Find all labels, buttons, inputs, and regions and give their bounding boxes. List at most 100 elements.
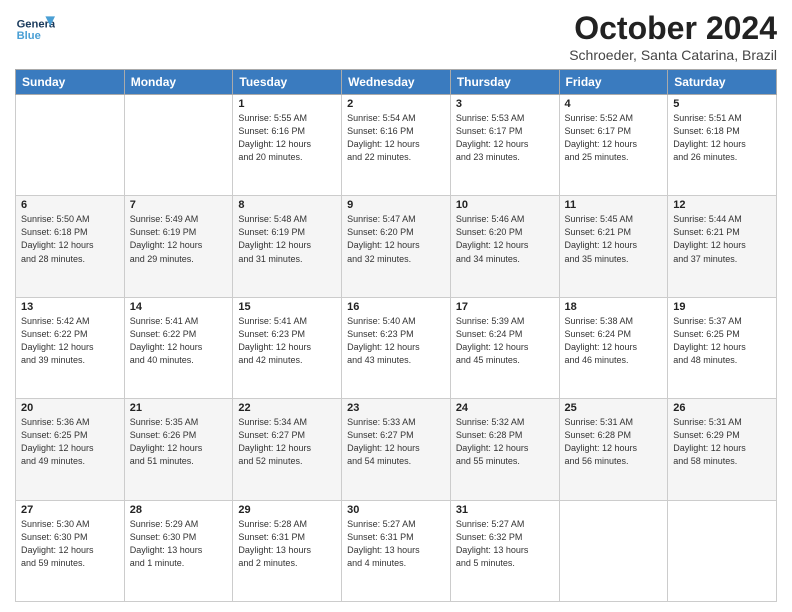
calendar-cell: 15 Sunrise: 5:41 AM Sunset: 6:23 PM Dayli… (233, 297, 342, 398)
day-info: Sunrise: 5:34 AM Sunset: 6:27 PM Dayligh… (238, 416, 336, 468)
day-number: 24 (456, 402, 554, 414)
calendar-cell (559, 500, 668, 601)
day-info: Sunrise: 5:27 AM Sunset: 6:32 PM Dayligh… (456, 518, 554, 570)
calendar-cell (16, 95, 125, 196)
day-number: 21 (130, 402, 228, 414)
calendar-cell: 14 Sunrise: 5:41 AM Sunset: 6:22 PM Dayli… (124, 297, 233, 398)
week-row-0: 1 Sunrise: 5:55 AM Sunset: 6:16 PM Daylig… (16, 95, 777, 196)
week-row-1: 6Sunrise: 5:50 AM Sunset: 6:18 PM Daylig… (16, 196, 777, 297)
day-info: Sunrise: 5:55 AM Sunset: 6:16 PM Dayligh… (238, 112, 336, 164)
day-number: 23 (347, 402, 445, 414)
col-header-monday: Monday (124, 70, 233, 95)
calendar-cell: 9 Sunrise: 5:47 AM Sunset: 6:20 PM Daylig… (342, 196, 451, 297)
day-number: 9 (347, 199, 445, 211)
day-number: 26 (673, 402, 771, 414)
title-area: October 2024 Schroeder, Santa Catarina, … (569, 10, 777, 63)
day-info: Sunrise: 5:50 AM Sunset: 6:18 PM Dayligh… (21, 213, 119, 265)
col-header-wednesday: Wednesday (342, 70, 451, 95)
calendar-cell: 26 Sunrise: 5:31 AM Sunset: 6:29 PM Dayli… (668, 399, 777, 500)
day-number: 5 (673, 98, 771, 110)
day-info: Sunrise: 5:51 AM Sunset: 6:18 PM Dayligh… (673, 112, 771, 164)
day-number: 11 (565, 199, 663, 211)
day-number: 19 (673, 301, 771, 313)
col-header-sunday: Sunday (16, 70, 125, 95)
calendar-cell: 6Sunrise: 5:50 AM Sunset: 6:18 PM Daylig… (16, 196, 125, 297)
day-info: Sunrise: 5:40 AM Sunset: 6:23 PM Dayligh… (347, 315, 445, 367)
day-number: 25 (565, 402, 663, 414)
week-row-4: 27 Sunrise: 5:30 AM Sunset: 6:30 PM Dayli… (16, 500, 777, 601)
day-number: 15 (238, 301, 336, 313)
calendar-cell: 30Sunrise: 5:27 AM Sunset: 6:31 PM Dayli… (342, 500, 451, 601)
day-info: Sunrise: 5:42 AM Sunset: 6:22 PM Dayligh… (21, 315, 119, 367)
calendar-cell: 2 Sunrise: 5:54 AM Sunset: 6:16 PM Daylig… (342, 95, 451, 196)
week-row-2: 13 Sunrise: 5:42 AM Sunset: 6:22 PM Dayli… (16, 297, 777, 398)
day-number: 2 (347, 98, 445, 110)
calendar-cell: 13 Sunrise: 5:42 AM Sunset: 6:22 PM Dayli… (16, 297, 125, 398)
day-number: 13 (21, 301, 119, 313)
day-number: 12 (673, 199, 771, 211)
day-number: 28 (130, 504, 228, 516)
col-header-thursday: Thursday (450, 70, 559, 95)
calendar-cell: 31 Sunrise: 5:27 AM Sunset: 6:32 PM Dayli… (450, 500, 559, 601)
day-info: Sunrise: 5:41 AM Sunset: 6:22 PM Dayligh… (130, 315, 228, 367)
page: General Blue October 2024 Schroeder, San… (0, 0, 792, 612)
calendar-cell: 11 Sunrise: 5:45 AM Sunset: 6:21 PM Dayli… (559, 196, 668, 297)
calendar-cell: 23 Sunrise: 5:33 AM Sunset: 6:27 PM Dayli… (342, 399, 451, 500)
col-header-tuesday: Tuesday (233, 70, 342, 95)
calendar-cell: 8Sunrise: 5:48 AM Sunset: 6:19 PM Daylig… (233, 196, 342, 297)
calendar-cell: 1 Sunrise: 5:55 AM Sunset: 6:16 PM Daylig… (233, 95, 342, 196)
calendar-cell: 20Sunrise: 5:36 AM Sunset: 6:25 PM Dayli… (16, 399, 125, 500)
day-info: Sunrise: 5:28 AM Sunset: 6:31 PM Dayligh… (238, 518, 336, 570)
day-info: Sunrise: 5:30 AM Sunset: 6:30 PM Dayligh… (21, 518, 119, 570)
day-info: Sunrise: 5:33 AM Sunset: 6:27 PM Dayligh… (347, 416, 445, 468)
day-info: Sunrise: 5:38 AM Sunset: 6:24 PM Dayligh… (565, 315, 663, 367)
day-info: Sunrise: 5:31 AM Sunset: 6:28 PM Dayligh… (565, 416, 663, 468)
day-info: Sunrise: 5:39 AM Sunset: 6:24 PM Dayligh… (456, 315, 554, 367)
col-header-friday: Friday (559, 70, 668, 95)
calendar-cell: 5 Sunrise: 5:51 AM Sunset: 6:18 PM Daylig… (668, 95, 777, 196)
day-info: Sunrise: 5:27 AM Sunset: 6:31 PM Dayligh… (347, 518, 445, 570)
col-header-saturday: Saturday (668, 70, 777, 95)
logo-icon: General Blue (15, 10, 55, 50)
day-info: Sunrise: 5:47 AM Sunset: 6:20 PM Dayligh… (347, 213, 445, 265)
day-info: Sunrise: 5:31 AM Sunset: 6:29 PM Dayligh… (673, 416, 771, 468)
day-info: Sunrise: 5:36 AM Sunset: 6:25 PM Dayligh… (21, 416, 119, 468)
day-number: 14 (130, 301, 228, 313)
calendar-cell: 28 Sunrise: 5:29 AM Sunset: 6:30 PM Dayli… (124, 500, 233, 601)
calendar-cell: 21Sunrise: 5:35 AM Sunset: 6:26 PM Dayli… (124, 399, 233, 500)
day-number: 27 (21, 504, 119, 516)
day-number: 8 (238, 199, 336, 211)
calendar-cell: 24 Sunrise: 5:32 AM Sunset: 6:28 PM Dayli… (450, 399, 559, 500)
day-info: Sunrise: 5:37 AM Sunset: 6:25 PM Dayligh… (673, 315, 771, 367)
svg-text:Blue: Blue (17, 30, 41, 42)
day-info: Sunrise: 5:45 AM Sunset: 6:21 PM Dayligh… (565, 213, 663, 265)
day-info: Sunrise: 5:32 AM Sunset: 6:28 PM Dayligh… (456, 416, 554, 468)
calendar-cell: 17 Sunrise: 5:39 AM Sunset: 6:24 PM Dayli… (450, 297, 559, 398)
day-info: Sunrise: 5:29 AM Sunset: 6:30 PM Dayligh… (130, 518, 228, 570)
day-number: 10 (456, 199, 554, 211)
day-info: Sunrise: 5:41 AM Sunset: 6:23 PM Dayligh… (238, 315, 336, 367)
header: General Blue October 2024 Schroeder, San… (15, 10, 777, 63)
day-number: 16 (347, 301, 445, 313)
day-info: Sunrise: 5:53 AM Sunset: 6:17 PM Dayligh… (456, 112, 554, 164)
calendar-cell: 29 Sunrise: 5:28 AM Sunset: 6:31 PM Dayli… (233, 500, 342, 601)
day-number: 1 (238, 98, 336, 110)
calendar-cell: 7Sunrise: 5:49 AM Sunset: 6:19 PM Daylig… (124, 196, 233, 297)
day-info: Sunrise: 5:54 AM Sunset: 6:16 PM Dayligh… (347, 112, 445, 164)
day-info: Sunrise: 5:46 AM Sunset: 6:20 PM Dayligh… (456, 213, 554, 265)
logo: General Blue (15, 10, 55, 50)
day-info: Sunrise: 5:52 AM Sunset: 6:17 PM Dayligh… (565, 112, 663, 164)
day-number: 18 (565, 301, 663, 313)
day-number: 3 (456, 98, 554, 110)
day-number: 7 (130, 199, 228, 211)
day-number: 29 (238, 504, 336, 516)
calendar-cell (124, 95, 233, 196)
calendar-cell: 18 Sunrise: 5:38 AM Sunset: 6:24 PM Dayli… (559, 297, 668, 398)
day-number: 17 (456, 301, 554, 313)
calendar-cell: 27 Sunrise: 5:30 AM Sunset: 6:30 PM Dayli… (16, 500, 125, 601)
header-row: SundayMondayTuesdayWednesdayThursdayFrid… (16, 70, 777, 95)
calendar-cell: 25 Sunrise: 5:31 AM Sunset: 6:28 PM Dayli… (559, 399, 668, 500)
day-number: 31 (456, 504, 554, 516)
calendar-cell: 10 Sunrise: 5:46 AM Sunset: 6:20 PM Dayli… (450, 196, 559, 297)
month-title: October 2024 (569, 10, 777, 47)
